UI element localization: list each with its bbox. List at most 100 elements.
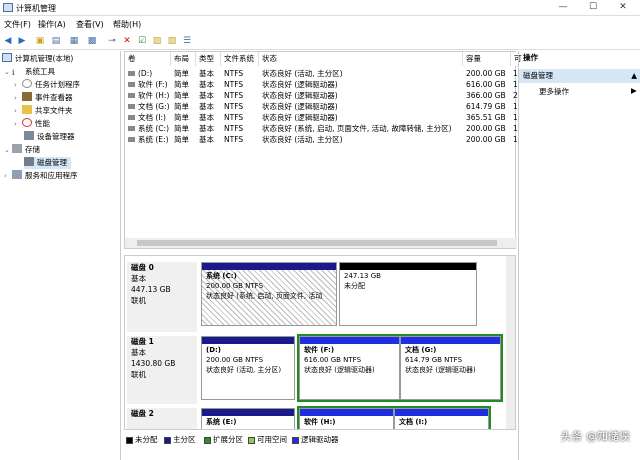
properties-icon[interactable]: ▦: [68, 35, 80, 47]
vertical-scrollbar[interactable]: [506, 256, 515, 429]
up-folder-icon[interactable]: ▣: [34, 35, 46, 47]
partition-size: 200.00 GB NTFS: [206, 356, 264, 364]
tree-event-viewer[interactable]: › 事件查看器: [14, 92, 73, 104]
partition-size: 616.00 GB NTFS: [304, 356, 362, 364]
legend-logical: 逻辑驱动器: [292, 433, 339, 447]
volume-capacity: 616.00 GB: [466, 80, 506, 89]
tree-system-tools[interactable]: ⌄ ℹ 系统工具: [4, 66, 55, 78]
column-header-filesystem[interactable]: 文件系统: [221, 52, 259, 66]
unallocated-space[interactable]: 247.13 GB 未分配: [339, 262, 477, 326]
volume-row[interactable]: 文档 (G:) 简单 基本 NTFS 状态良好 (逻辑驱动器) 614.79 GB 1: [125, 101, 518, 112]
extended-partition-disk2[interactable]: 软件 (H:) 文档 (I:): [297, 406, 491, 429]
partition-title: 系统 (E:): [206, 418, 237, 426]
disk-1-info[interactable]: 磁盘 1 基本 1430.80 GB 联机: [127, 336, 197, 404]
delete-icon[interactable]: ✕: [121, 35, 133, 47]
menu-action[interactable]: 操作(A): [38, 19, 66, 30]
volume-row[interactable]: 软件 (F:) 简单 基本 NTFS 状态良好 (逻辑驱动器) 616.00 GB 1: [125, 79, 518, 90]
tree-device-manager[interactable]: 设备管理器: [24, 131, 75, 143]
volume-status: 状态良好 (活动, 主分区): [262, 135, 343, 144]
maximize-button[interactable]: ☐: [578, 0, 608, 14]
primary-partition-bar: [202, 409, 294, 416]
more-actions-label: 更多操作: [539, 87, 569, 96]
list-view-icon[interactable]: ☰: [181, 35, 193, 47]
partition-g[interactable]: 文档 (G:) 614.79 GB NTFS 状态良好 (逻辑驱动器): [400, 336, 501, 400]
volume-row[interactable]: 软件 (H:) 简单 基本 NTFS 状态良好 (逻辑驱动器) 366.00 GB 2: [125, 90, 518, 101]
collapse-up-icon[interactable]: ▲: [631, 69, 637, 83]
partition-d[interactable]: (D:) 200.00 GB NTFS 状态良好 (活动, 主分区): [201, 336, 295, 400]
column-header-free[interactable]: 可: [511, 52, 522, 66]
column-header-status[interactable]: 状态: [259, 52, 463, 66]
partition-h[interactable]: 软件 (H:): [299, 408, 394, 429]
volume-fs: NTFS: [224, 102, 244, 111]
expand-arrow-icon[interactable]: ›: [14, 105, 22, 117]
tree-root[interactable]: 计算机管理(本地): [2, 53, 73, 65]
column-header-capacity[interactable]: 容量: [463, 52, 511, 66]
tree-disk-management[interactable]: 磁盘管理: [24, 157, 71, 169]
collapse-arrow-icon[interactable]: ⌄: [4, 66, 12, 78]
partition-i[interactable]: 文档 (I:): [394, 408, 489, 429]
volume-drive-icon: [128, 82, 135, 87]
volume-layout: 简单: [174, 124, 189, 133]
column-header-layout[interactable]: 布局: [171, 52, 196, 66]
scrollbar-thumb[interactable]: [137, 240, 497, 246]
column-header-type[interactable]: 类型: [196, 52, 221, 66]
partition-f[interactable]: 软件 (F:) 616.00 GB NTFS 状态良好 (逻辑驱动器): [299, 336, 400, 400]
window-title: 计算机管理: [16, 4, 56, 13]
expand-arrow-icon[interactable]: ›: [14, 92, 22, 104]
back-icon[interactable]: ◀: [2, 35, 14, 47]
legend: 未分配 主分区 扩展分区 可用空间 逻辑驱动器: [124, 430, 516, 444]
close-button[interactable]: ✕: [608, 0, 638, 14]
show-hide-tree-icon[interactable]: ▤: [50, 35, 62, 47]
tree-performance[interactable]: › 性能: [14, 118, 50, 130]
open-folder-icon[interactable]: ▨: [151, 35, 163, 47]
actions-pane: 操作 磁盘管理 ▲ 更多操作 ▶: [518, 51, 640, 460]
menu-view[interactable]: 查看(V): [76, 19, 104, 30]
disk-0-info[interactable]: 磁盘 0 基本 447.13 GB 联机: [127, 262, 197, 332]
device-manager-icon: [24, 131, 34, 140]
partition-e[interactable]: 系统 (E:): [201, 408, 295, 429]
volume-layout: 简单: [174, 113, 189, 122]
horizontal-scrollbar[interactable]: [125, 238, 517, 248]
volume-capacity: 200.00 GB: [466, 69, 506, 78]
primary-partition-bar: [202, 263, 336, 270]
more-actions[interactable]: 更多操作 ▶: [539, 86, 637, 97]
volume-row[interactable]: 系统 (C:) 简单 基本 NTFS 状态良好 (系统, 启动, 页面文件, 活动, 故…: [125, 123, 518, 134]
storage-icon: [12, 144, 22, 153]
shared-folder-icon: [22, 105, 32, 114]
disk-2-info[interactable]: 磁盘 2: [127, 408, 197, 429]
expand-arrow-icon[interactable]: ›: [4, 170, 12, 182]
search-folder-icon[interactable]: ▧: [166, 35, 178, 47]
disk-kind: 基本: [131, 348, 146, 357]
tree-performance-label: 性能: [35, 119, 50, 128]
partition-c[interactable]: 系统 (C:) 200.00 GB NTFS 状态良好 (系统, 启动, 页面文…: [201, 262, 337, 326]
collapse-arrow-icon[interactable]: ⌄: [4, 144, 12, 156]
volume-row[interactable]: 文档 (I:) 简单 基本 NTFS 状态良好 (逻辑驱动器) 365.51 GB 1: [125, 112, 518, 123]
partition-title: 软件 (F:): [304, 346, 335, 354]
tree-task-scheduler[interactable]: › 任务计划程序: [14, 79, 80, 91]
volume-row[interactable]: 系统 (E:) 简单 基本 NTFS 状态良好 (活动, 主分区) 200.00 GB 1: [125, 134, 518, 145]
disk-size: 1430.80 GB: [131, 359, 176, 368]
check-icon[interactable]: ☑: [136, 35, 148, 47]
actions-disk-management[interactable]: 磁盘管理 ▲: [519, 69, 640, 83]
partition-status: 状态良好 (活动, 主分区): [206, 366, 282, 374]
volume-drive-icon: [128, 71, 135, 76]
volume-list: 卷 布局 类型 文件系统 状态 容量 可 (D:) 简单 基本 NTFS 状态良好 (活…: [124, 51, 522, 249]
computer-management-icon: [3, 3, 13, 12]
menu-file[interactable]: 文件(F): [4, 19, 31, 30]
expand-arrow-icon[interactable]: ›: [14, 118, 22, 130]
volume-row[interactable]: (D:) 简单 基本 NTFS 状态良好 (活动, 主分区) 200.00 GB 1: [125, 68, 518, 79]
volume-status: 状态良好 (逻辑驱动器): [262, 113, 338, 122]
expand-arrow-icon[interactable]: ›: [14, 79, 22, 91]
tree-shared-folders[interactable]: › 共享文件夹: [14, 105, 73, 117]
tree-services[interactable]: › 服务和应用程序: [4, 170, 78, 182]
menu-help[interactable]: 帮助(H): [113, 19, 141, 30]
minimize-button[interactable]: —: [548, 0, 578, 14]
help-icon[interactable]: ▩: [86, 35, 98, 47]
tree-storage[interactable]: ⌄ 存储: [4, 144, 40, 156]
connect-icon[interactable]: ⊸: [106, 35, 118, 47]
partition-status: 状态良好 (逻辑驱动器): [405, 366, 476, 374]
forward-icon[interactable]: ▶: [16, 35, 28, 47]
extended-partition[interactable]: 软件 (F:) 616.00 GB NTFS 状态良好 (逻辑驱动器) 文档 (…: [297, 334, 503, 402]
partition-size: 200.00 GB NTFS: [206, 282, 264, 290]
column-header-volume[interactable]: 卷: [125, 52, 171, 66]
